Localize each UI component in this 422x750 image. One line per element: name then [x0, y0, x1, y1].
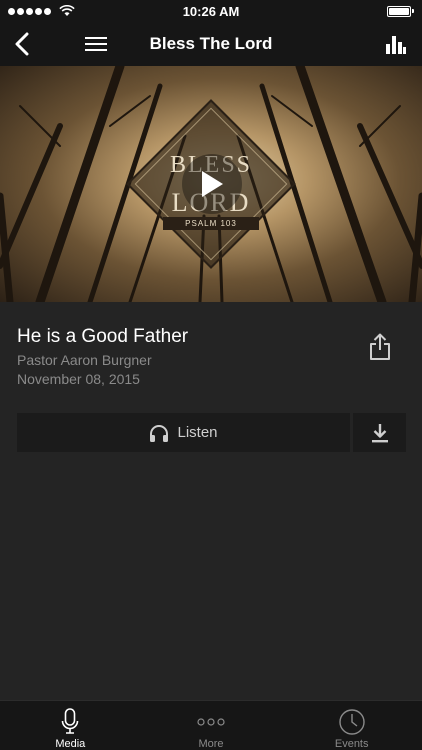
menu-button[interactable]	[82, 30, 110, 58]
back-chevron-icon	[15, 32, 29, 56]
sermon-artwork: BLESS LORD PSALM 103	[0, 66, 422, 302]
tab-label: Media	[55, 738, 86, 750]
signal-strength-icon	[8, 5, 75, 17]
status-bar: 10:26 AM	[0, 0, 422, 22]
tab-bar: Media More Events	[0, 700, 422, 750]
tab-more[interactable]: More	[141, 701, 282, 750]
listen-button[interactable]: Listen	[17, 413, 350, 452]
tab-events[interactable]: Events	[281, 701, 422, 750]
nav-bar: Bless The Lord	[0, 22, 422, 66]
more-dots-icon	[197, 717, 225, 726]
play-button[interactable]	[182, 154, 242, 214]
download-icon	[371, 423, 388, 442]
microphone-icon	[62, 707, 79, 734]
sermon-speaker: Pastor Aaron Burgner	[17, 352, 152, 368]
emblem-banner: PSALM 103	[163, 217, 259, 230]
sermon-info: He is a Good Father Pastor Aaron Burgner…	[0, 302, 422, 412]
download-button[interactable]	[353, 413, 406, 452]
hamburger-menu-icon	[85, 37, 107, 51]
bar-chart-icon	[386, 36, 406, 54]
clock-icon	[338, 708, 365, 735]
sermon-title: He is a Good Father	[17, 326, 189, 347]
wifi-icon	[59, 5, 75, 17]
battery-icon	[387, 5, 414, 17]
share-button[interactable]	[364, 330, 396, 364]
share-icon	[370, 333, 390, 360]
sermon-date: November 08, 2015	[17, 371, 140, 387]
tab-label: More	[198, 738, 224, 750]
listen-label: Listen	[177, 424, 218, 441]
page-title: Bless The Lord	[149, 34, 273, 53]
stats-button[interactable]	[384, 32, 408, 56]
tab-label: Events	[334, 738, 369, 750]
tab-media[interactable]: Media	[0, 701, 141, 750]
play-icon	[202, 171, 223, 197]
back-button[interactable]	[8, 30, 36, 58]
headphones-icon	[150, 424, 169, 442]
